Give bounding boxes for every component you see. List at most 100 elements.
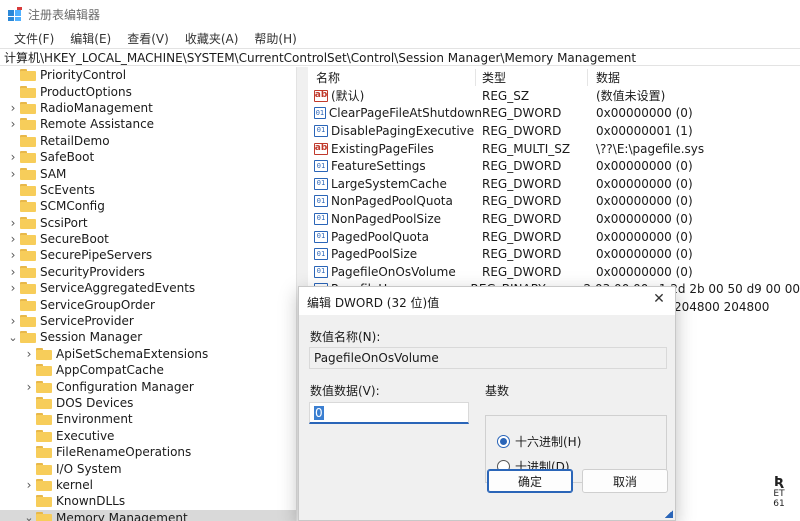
chevron-right-icon[interactable]: › bbox=[8, 232, 18, 246]
ime-text: ET 61 bbox=[773, 489, 785, 510]
tree-item-label: I/O System bbox=[56, 461, 122, 476]
tree-item[interactable]: › ServiceProvider bbox=[0, 313, 296, 329]
tree-item-label: SCMConfig bbox=[40, 199, 105, 214]
binary-value-icon: 01 bbox=[314, 107, 326, 120]
tree-item[interactable]: I/O System bbox=[0, 460, 296, 476]
chevron-down-icon[interactable]: ⌄ bbox=[8, 331, 18, 344]
value-row[interactable]: ab (默认) REG_SZ (数值未设置) bbox=[310, 87, 800, 105]
tree-item[interactable]: › ApiSetSchemaExtensions bbox=[0, 346, 296, 362]
resize-grip-icon[interactable] bbox=[665, 510, 673, 518]
tree-item[interactable]: › ServiceAggregatedEvents bbox=[0, 280, 296, 296]
value-type: REG_DWORD bbox=[482, 106, 562, 121]
tree-item[interactable]: KnownDLLs bbox=[0, 493, 296, 509]
tree-item[interactable]: AppCompatCache bbox=[0, 362, 296, 378]
value-row[interactable]: 01 LargeSystemCache REG_DWORD 0x00000000 (0… bbox=[310, 175, 800, 193]
column-header-name[interactable]: 名称 bbox=[310, 68, 476, 86]
value-data: 0x00000000 (0) bbox=[596, 106, 693, 121]
value-row[interactable]: 01 PagefileOnOsVolume REG_DWORD 0x00000000 … bbox=[310, 263, 800, 281]
value-row[interactable]: 01 PagedPoolSize REG_DWORD 0x00000000 (0) bbox=[310, 245, 800, 263]
chevron-down-icon[interactable]: ⌄ bbox=[24, 511, 34, 521]
tree-item[interactable]: › SAM bbox=[0, 165, 296, 181]
column-header-data[interactable]: 数据 bbox=[588, 69, 620, 86]
chevron-right-icon[interactable]: › bbox=[24, 380, 34, 394]
menu-file[interactable]: 文件(F) bbox=[6, 30, 62, 47]
tree-item[interactable]: RetailDemo bbox=[0, 133, 296, 149]
value-data-text: 0 bbox=[314, 405, 324, 420]
value-type: REG_MULTI_SZ bbox=[482, 141, 571, 156]
tree-item[interactable]: › Remote Assistance bbox=[0, 116, 296, 132]
menu-help[interactable]: 帮助(H) bbox=[246, 30, 304, 47]
title-bar: 注册表编辑器 bbox=[0, 0, 800, 28]
binary-value-icon: 01 bbox=[314, 177, 328, 190]
tree-item[interactable]: SCMConfig bbox=[0, 198, 296, 214]
radio-hex-icon[interactable] bbox=[497, 435, 510, 448]
tree-item[interactable]: › Configuration Manager bbox=[0, 378, 296, 394]
tree-item[interactable]: › RadioManagement bbox=[0, 100, 296, 116]
tree-item[interactable]: › SecurePipeServers bbox=[0, 247, 296, 263]
close-icon[interactable]: ✕ bbox=[651, 291, 667, 307]
value-row[interactable]: 01 NonPagedPoolSize REG_DWORD 0x00000000 (0… bbox=[310, 210, 800, 228]
value-data: 0x00000001 (1) bbox=[596, 123, 693, 138]
value-name: DisablePagingExecutive bbox=[331, 123, 475, 138]
tree-item[interactable]: ServiceGroupOrder bbox=[0, 296, 296, 312]
tree-item[interactable]: PriorityControl bbox=[0, 67, 296, 83]
value-name: ExistingPageFiles bbox=[331, 141, 434, 156]
value-row[interactable]: 01 PagedPoolQuota REG_DWORD 0x00000000 (0) bbox=[310, 228, 800, 246]
chevron-right-icon[interactable]: › bbox=[8, 101, 18, 115]
tree-item[interactable]: Executive bbox=[0, 428, 296, 444]
tree-item[interactable]: › kernel bbox=[0, 477, 296, 493]
value-name-label: 数值名称(N): bbox=[310, 330, 381, 344]
chevron-right-icon[interactable]: › bbox=[8, 167, 18, 181]
folder-icon bbox=[20, 282, 36, 295]
value-row[interactable]: ab ExistingPageFiles REG_MULTI_SZ \??\E:\pa… bbox=[310, 140, 800, 158]
value-name: NonPagedPoolSize bbox=[331, 211, 442, 226]
value-row[interactable]: 01 NonPagedPoolQuota REG_DWORD 0x00000000 (… bbox=[310, 193, 800, 211]
chevron-right-icon[interactable]: › bbox=[8, 248, 18, 262]
tree-item[interactable]: ⌄ Memory Management bbox=[0, 509, 296, 521]
menu-view[interactable]: 查看(V) bbox=[119, 30, 177, 47]
value-row[interactable]: 01 ClearPageFileAtShutdown REG_DWORD 0x0000… bbox=[310, 105, 800, 123]
tree-item[interactable]: ProductOptions bbox=[0, 83, 296, 99]
folder-icon bbox=[36, 478, 52, 491]
chevron-right-icon[interactable]: › bbox=[24, 347, 34, 361]
menu-favorites[interactable]: 收藏夹(A) bbox=[177, 30, 247, 47]
tree-item[interactable]: ScEvents bbox=[0, 182, 296, 198]
chevron-right-icon[interactable]: › bbox=[8, 281, 18, 295]
folder-icon bbox=[20, 101, 36, 114]
ok-button[interactable]: 确定 bbox=[487, 469, 573, 493]
tree-item[interactable]: › SecurityProviders bbox=[0, 264, 296, 280]
value-type: REG_DWORD bbox=[482, 176, 562, 191]
value-row[interactable]: 01 DisablePagingExecutive REG_DWORD 0x00000… bbox=[310, 122, 800, 140]
chevron-placeholder bbox=[24, 496, 34, 506]
chevron-right-icon[interactable]: › bbox=[8, 314, 18, 328]
value-type: REG_DWORD bbox=[482, 247, 562, 262]
column-header-type[interactable]: 类型 bbox=[476, 68, 588, 86]
tree-item-label: RetailDemo bbox=[40, 133, 110, 148]
tree-item-label: SecurePipeServers bbox=[40, 248, 153, 263]
chevron-right-icon[interactable]: › bbox=[8, 150, 18, 164]
radio-hex[interactable]: 十六进制(H) bbox=[497, 433, 581, 450]
tree-item-label: Memory Management bbox=[56, 510, 188, 521]
binary-value-icon: 01 bbox=[314, 230, 328, 243]
chevron-right-icon[interactable]: › bbox=[8, 117, 18, 131]
value-data-input[interactable]: 0 bbox=[309, 402, 469, 424]
tree-item[interactable]: FileRenameOperations bbox=[0, 444, 296, 460]
chevron-right-icon[interactable]: › bbox=[8, 216, 18, 230]
menu-edit[interactable]: 编辑(E) bbox=[62, 30, 119, 47]
value-row[interactable]: 01 FeatureSettings REG_DWORD 0x00000000 (0) bbox=[310, 157, 800, 175]
value-name-field: PagefileOnOsVolume bbox=[309, 347, 667, 369]
chevron-placeholder bbox=[24, 398, 34, 408]
tree-item[interactable]: DOS Devices bbox=[0, 395, 296, 411]
tree-item-label: ProductOptions bbox=[40, 84, 132, 99]
tree-item[interactable]: › ScsiPort bbox=[0, 215, 296, 231]
tree-item-label: Executive bbox=[56, 428, 115, 443]
tree-item[interactable]: ⌄ Session Manager bbox=[0, 329, 296, 345]
chevron-right-icon[interactable]: › bbox=[24, 478, 34, 492]
tree-item[interactable]: › SecureBoot bbox=[0, 231, 296, 247]
address-bar[interactable]: 计算机\HKEY_LOCAL_MACHINE\SYSTEM\CurrentCon… bbox=[0, 48, 800, 66]
value-name: FeatureSettings bbox=[331, 159, 426, 174]
cancel-button[interactable]: 取消 bbox=[582, 469, 668, 493]
tree-item[interactable]: Environment bbox=[0, 411, 296, 427]
tree-item[interactable]: › SafeBoot bbox=[0, 149, 296, 165]
chevron-right-icon[interactable]: › bbox=[8, 265, 18, 279]
